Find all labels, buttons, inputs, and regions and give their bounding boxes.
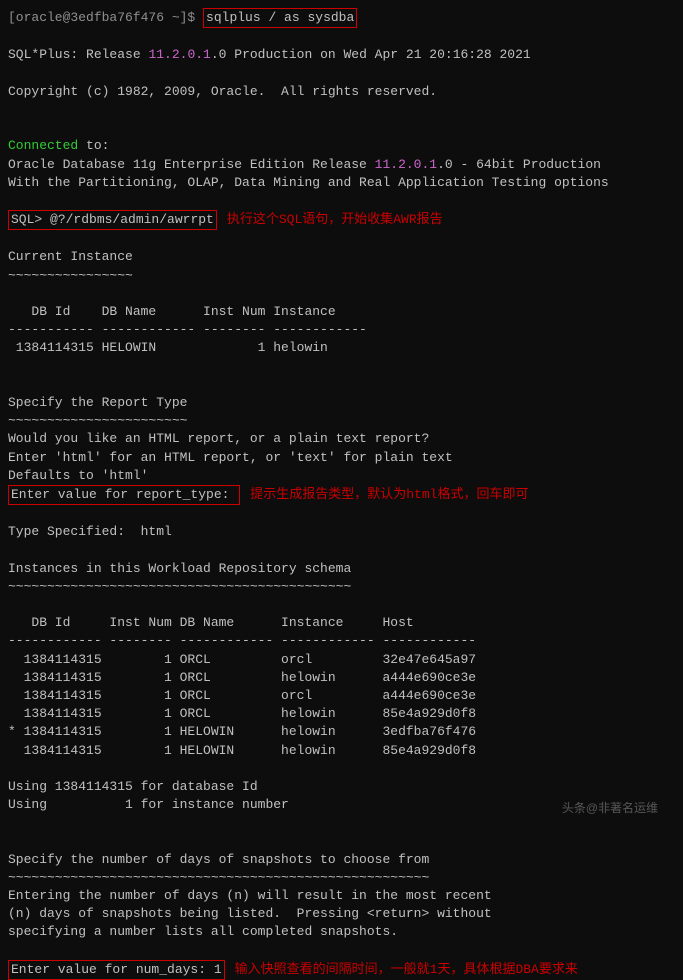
rt-question2: Enter 'html' for an HTML report, or 'tex… (8, 449, 675, 467)
db-line1-ver: 11.2.0.1 (375, 157, 437, 172)
blank-line (8, 65, 675, 83)
connected-line: Connected to: (8, 137, 675, 155)
table2-row: 1384114315 1 ORCL helowin a444e690ce3e (8, 669, 675, 687)
shell-command-line: [oracle@3edfba76f476 ~]$ sqlplus / as sy… (8, 8, 675, 28)
type-specified: Type Specified: html (8, 523, 675, 541)
sql-command-line: SQL> @?/rdbms/admin/awrrpt 执行这个SQL语句，开始收… (8, 210, 675, 230)
rt-question1: Would you like an HTML report, or a plai… (8, 430, 675, 448)
tilde-sep: ~~~~~~~~~~~~~~~~~~~~~~~~~~~~~~~~~~~~~~~~… (8, 869, 675, 887)
shell-prompt: [oracle@3edfba76f476 ~]$ (8, 9, 203, 27)
table1-row: 1384114315 HELOWIN 1 helowin (8, 339, 675, 357)
blank-line (8, 596, 675, 614)
days-text2: (n) days of snapshots being listed. Pres… (8, 905, 675, 923)
sql-prompt: SQL> (11, 212, 50, 227)
release-line: SQL*Plus: Release 11.2.0.1.0 Production … (8, 46, 675, 64)
annotation-1: 执行这个SQL语句，开始收集AWR报告 (227, 211, 443, 229)
blank-line (8, 285, 675, 303)
specify-report-type: Specify the Report Type (8, 394, 675, 412)
release-post: .0 Production on Wed Apr 21 20:16:28 202… (211, 47, 531, 62)
num-days-prompt-line: Enter value for num_days: 1 输入快照查看的间隔时间，… (8, 960, 675, 980)
table2-row: * 1384114315 1 HELOWIN helowin 3edfba76f… (8, 723, 675, 741)
annotation-3: 输入快照查看的间隔时间，一般就1天，具体根据DBA要求来 (235, 961, 578, 979)
table2-row: 1384114315 1 ORCL orcl a444e690ce3e (8, 687, 675, 705)
current-instance-hdr: Current Instance (8, 248, 675, 266)
connected-to: to: (78, 138, 109, 153)
enter-report-type[interactable]: Enter value for report_type: (8, 485, 240, 505)
enter-num-days[interactable]: Enter value for num_days: 1 (8, 960, 225, 980)
blank-line (8, 230, 675, 248)
db-line1-post: .0 - 64bit Production (437, 157, 601, 172)
table1-sep: ----------- ------------ -------- ------… (8, 321, 675, 339)
table2-header: DB Id Inst Num DB Name Instance Host (8, 614, 675, 632)
blank-line (8, 541, 675, 559)
using-dbid: Using 1384114315 for database Id (8, 778, 675, 796)
blank-line (8, 119, 675, 137)
db-line1: Oracle Database 11g Enterprise Edition R… (8, 156, 675, 174)
sql-awrrpt-command: SQL> @?/rdbms/admin/awrrpt (8, 210, 217, 230)
days-text3: specifying a number lists all completed … (8, 923, 675, 941)
connected-word: Connected (8, 138, 78, 153)
instances-header: Instances in this Workload Repository sc… (8, 560, 675, 578)
release-version: 11.2.0.1 (148, 47, 210, 62)
table2-row: 1384114315 1 ORCL orcl 32e47e645a97 (8, 651, 675, 669)
table2-row: 1384114315 1 HELOWIN helowin 85e4a929d0f… (8, 742, 675, 760)
table2-row: 1384114315 1 ORCL helowin 85e4a929d0f8 (8, 705, 675, 723)
rt-question3: Defaults to 'html' (8, 467, 675, 485)
tilde-sep: ~~~~~~~~~~~~~~~~ (8, 267, 675, 285)
blank-line (8, 505, 675, 523)
blank-line (8, 832, 675, 850)
watermark-text: 头条@非著名运维 (562, 800, 658, 817)
table1-header: DB Id DB Name Inst Num Instance (8, 303, 675, 321)
blank-line (8, 192, 675, 210)
table2-sep: ------------ -------- ------------ -----… (8, 632, 675, 650)
blank-line (8, 358, 675, 376)
blank-line (8, 760, 675, 778)
awrrpt-cmd: @?/rdbms/admin/awrrpt (50, 212, 214, 227)
tilde-sep: ~~~~~~~~~~~~~~~~~~~~~~~~~~~~~~~~~~~~~~~~… (8, 578, 675, 596)
blank-line (8, 942, 675, 960)
db-line1-pre: Oracle Database 11g Enterprise Edition R… (8, 157, 375, 172)
db-line2: With the Partitioning, OLAP, Data Mining… (8, 174, 675, 192)
days-text1: Entering the number of days (n) will res… (8, 887, 675, 905)
blank-line (8, 28, 675, 46)
blank-line (8, 376, 675, 394)
blank-line (8, 101, 675, 119)
specify-days-hdr: Specify the number of days of snapshots … (8, 851, 675, 869)
report-type-prompt-line: Enter value for report_type: 提示生成报告类型，默认… (8, 485, 675, 505)
copyright-line: Copyright (c) 1982, 2009, Oracle. All ri… (8, 83, 675, 101)
release-pre: SQL*Plus: Release (8, 47, 148, 62)
command-sqlplus: sqlplus / as sysdba (203, 8, 357, 28)
tilde-sep: ~~~~~~~~~~~~~~~~~~~~~~~ (8, 412, 675, 430)
annotation-2: 提示生成报告类型，默认为html格式，回车即可 (250, 486, 528, 504)
